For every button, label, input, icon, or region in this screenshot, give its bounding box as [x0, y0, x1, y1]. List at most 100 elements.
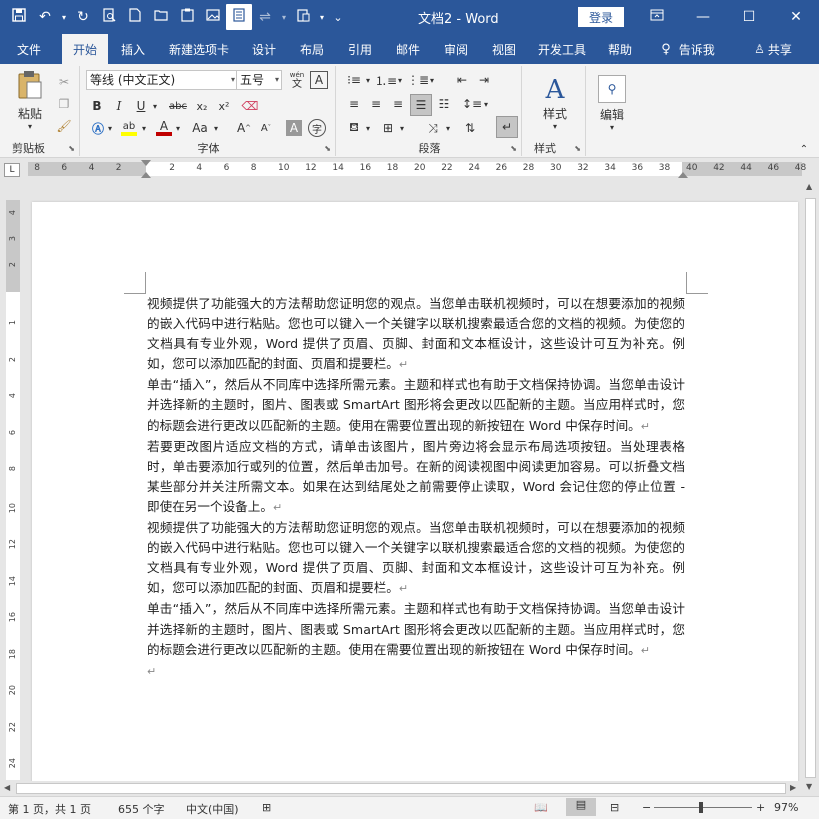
format-button[interactable]: ⇌ — [252, 4, 278, 30]
show-marks-button[interactable]: ↵ — [496, 116, 518, 138]
redo-button[interactable]: ↻ — [70, 4, 96, 30]
align-center-button[interactable]: ≡ — [366, 94, 386, 114]
print-layout-view-button[interactable]: ▤ — [566, 798, 596, 816]
font-launcher-icon[interactable]: ⬊ — [324, 144, 331, 153]
font-color-button[interactable]: A — [154, 118, 174, 138]
asian-layout-button[interactable]: ⤨ — [422, 118, 444, 138]
web-layout-view-button[interactable]: ⊟ — [610, 801, 619, 814]
borders-button[interactable]: ⊞ — [378, 118, 398, 138]
tab-layout[interactable]: 布局 — [292, 34, 332, 64]
numbering-dropdown[interactable]: ▾ — [396, 70, 404, 90]
tab-design[interactable]: 设计 — [244, 34, 284, 64]
highlight-button[interactable]: ab — [118, 118, 140, 138]
tab-home[interactable]: 开始 — [62, 34, 108, 64]
grow-font-button[interactable]: A ^ — [234, 118, 254, 138]
quick-access-toolbar-customize[interactable]: ⌄ — [328, 4, 348, 30]
right-indent-marker[interactable] — [678, 172, 688, 178]
clear-formatting-button[interactable]: ⌫ — [240, 96, 260, 116]
bold-button[interactable]: B — [88, 96, 106, 116]
char-shading-button[interactable]: A — [286, 120, 302, 136]
change-case-dropdown[interactable]: ▾ — [212, 118, 220, 138]
tell-me-search[interactable]: ♀ 告诉我 — [652, 34, 724, 64]
language-indicator[interactable]: 中文(中国) — [186, 801, 239, 817]
line-spacing-button[interactable]: ↕≡ — [462, 94, 482, 114]
hanging-indent-marker[interactable] — [141, 172, 151, 178]
login-button[interactable]: 登录 — [578, 7, 624, 27]
styles-button[interactable]: A 样式 ▾ — [530, 70, 580, 136]
editing-button[interactable]: ⚲ 编辑 ▾ — [590, 70, 634, 136]
scroll-up-arrow[interactable]: ▲ — [806, 182, 812, 191]
text-effects-button[interactable]: Ⓐ — [88, 118, 108, 138]
align-right-button[interactable]: ≡ — [388, 94, 408, 114]
styles-launcher-icon[interactable]: ⬊ — [574, 144, 581, 153]
macro-record-button[interactable]: ⊞ — [262, 801, 271, 814]
line-spacing-dropdown[interactable]: ▾ — [482, 94, 490, 114]
shading-button[interactable]: ⛾ — [344, 118, 364, 138]
zoom-in-button[interactable]: + — [756, 801, 765, 814]
tab-selector[interactable]: L — [4, 163, 20, 177]
distributed-button[interactable]: ☷ — [434, 94, 454, 114]
share-button[interactable]: ♙ 共享 — [744, 34, 802, 64]
zoom-level[interactable]: 97% — [774, 801, 798, 814]
font-size-combo[interactable]: 五号 ▾ — [236, 70, 282, 90]
read-mode-button[interactable] — [226, 4, 252, 30]
italic-button[interactable]: I — [110, 96, 128, 116]
clipboard-launcher-icon[interactable]: ⬊ — [68, 144, 75, 153]
tab-insert[interactable]: 插入 — [112, 34, 154, 64]
format-painter-button[interactable]: 🖌 — [54, 116, 74, 136]
word-count[interactable]: 655 个字 — [118, 801, 165, 817]
undo-button[interactable]: ↶ — [32, 4, 58, 30]
font-color-dropdown[interactable]: ▾ — [174, 118, 182, 138]
align-left-button[interactable]: ≡ — [344, 94, 364, 114]
tab-new[interactable]: 新建选项卡 — [162, 34, 236, 64]
asian-layout-dropdown[interactable]: ▾ — [444, 118, 452, 138]
paste-special-dropdown[interactable]: ▾ — [316, 4, 328, 30]
ribbon-display-options-button[interactable] — [634, 0, 680, 34]
strikethrough-button[interactable]: abc — [166, 96, 190, 116]
multilevel-dropdown[interactable]: ▾ — [428, 70, 436, 90]
paragraph-launcher-icon[interactable]: ⬊ — [510, 144, 517, 153]
underline-button[interactable]: U — [132, 96, 150, 116]
new-document-button[interactable] — [122, 4, 148, 30]
cut-button[interactable]: ✂ — [54, 72, 74, 92]
change-case-button[interactable]: Aa — [188, 118, 212, 138]
paste-button[interactable]: 粘贴 ▾ — [10, 70, 50, 131]
enclose-characters-button[interactable]: 字 — [308, 119, 326, 137]
copy-button[interactable]: ❐ — [54, 94, 74, 114]
multilevel-list-button[interactable]: ⋮≣ — [407, 70, 429, 90]
tab-developer[interactable]: 开发工具 — [532, 34, 592, 64]
tab-view[interactable]: 视图 — [484, 34, 524, 64]
paste-special-button[interactable] — [290, 4, 316, 30]
vertical-ruler[interactable]: 4 3 2 1 2 4 6 8 10 12 14 16 18 20 22 24 — [6, 200, 20, 780]
tab-help[interactable]: 帮助 — [600, 34, 640, 64]
justify-button[interactable]: ☰ — [410, 94, 432, 116]
close-button[interactable]: ✕ — [773, 0, 819, 34]
borders-dropdown[interactable]: ▾ — [398, 118, 406, 138]
enclose-char-button[interactable]: A — [310, 71, 328, 89]
zoom-slider[interactable] — [654, 802, 752, 813]
zoom-out-button[interactable]: − — [642, 801, 651, 814]
tab-mailings[interactable]: 邮件 — [388, 34, 428, 64]
document-body[interactable]: 视频提供了功能强大的方法帮助您证明您的观点。当您单击联机视频时，可以在想要添加的… — [147, 294, 685, 682]
highlight-dropdown[interactable]: ▾ — [140, 118, 148, 138]
decrease-indent-button[interactable]: ⇤ — [452, 70, 472, 90]
collapse-ribbon-button[interactable]: ⌃ — [796, 142, 812, 156]
zoom-slider-thumb[interactable] — [699, 802, 703, 813]
increase-indent-button[interactable]: ⇥ — [474, 70, 494, 90]
tab-file[interactable]: 文件 — [6, 34, 52, 64]
tab-references[interactable]: 引用 — [340, 34, 380, 64]
format-dropdown[interactable]: ▾ — [278, 4, 290, 30]
first-line-indent-marker[interactable] — [141, 160, 151, 166]
page-count[interactable]: 第 1 页，共 1 页 — [8, 801, 91, 817]
paste-qat-button[interactable] — [174, 4, 200, 30]
scroll-down-arrow[interactable]: ▼ — [806, 782, 812, 791]
horizontal-scrollbar[interactable]: ◀ ▶ — [0, 781, 802, 796]
vertical-scroll-thumb[interactable] — [805, 198, 816, 778]
document-page[interactable]: 视频提供了功能强大的方法帮助您证明您的观点。当您单击联机视频时，可以在想要添加的… — [32, 202, 798, 782]
horizontal-scroll-thumb[interactable] — [16, 783, 786, 794]
read-mode-view-button[interactable]: 📖 — [534, 801, 548, 814]
bullets-dropdown[interactable]: ▾ — [364, 70, 372, 90]
shrink-font-button[interactable]: Aˇ — [256, 118, 276, 138]
sort-button[interactable]: ⇅ — [460, 118, 480, 138]
scroll-left-arrow[interactable]: ◀ — [4, 783, 10, 792]
